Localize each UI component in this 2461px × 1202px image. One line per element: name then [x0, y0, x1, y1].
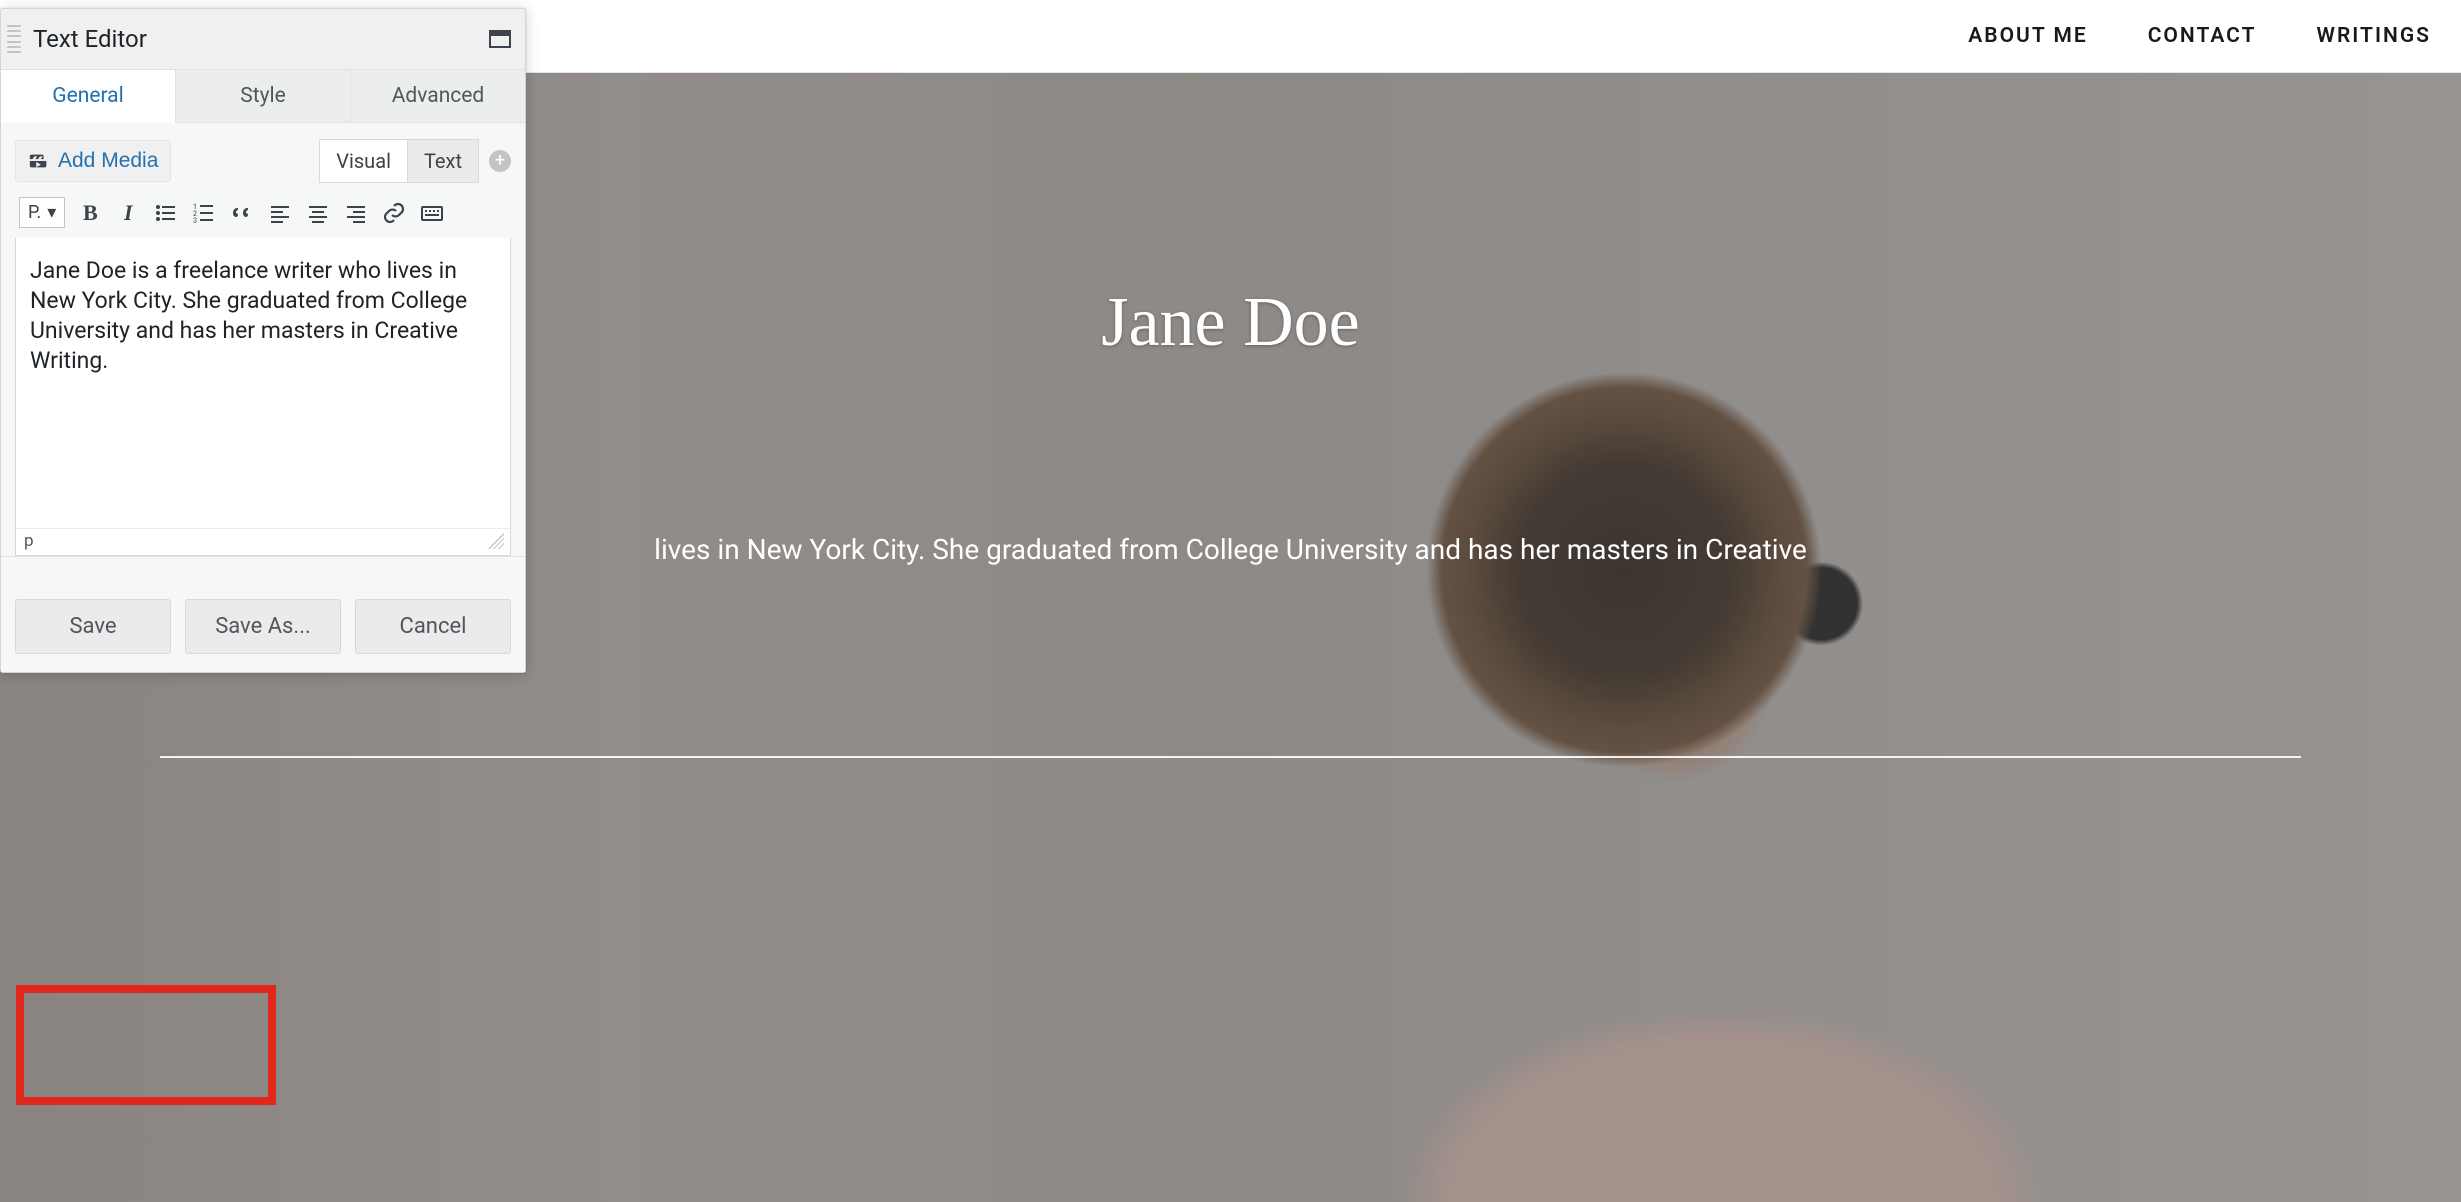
nav-items: ABOUT ME CONTACT WRITINGS: [1968, 24, 2431, 48]
maximize-icon[interactable]: [489, 30, 511, 48]
bold-button[interactable]: B: [77, 200, 103, 226]
drag-handle-icon[interactable]: [7, 19, 21, 59]
add-media-button[interactable]: Add Media: [15, 140, 171, 182]
hero-divider: [160, 756, 2301, 758]
save-button[interactable]: Save: [15, 599, 171, 654]
element-path[interactable]: p: [24, 531, 34, 551]
save-as-button[interactable]: Save As...: [185, 599, 341, 654]
nav-writings[interactable]: WRITINGS: [2317, 24, 2431, 48]
align-right-icon[interactable]: [343, 200, 369, 226]
tab-style[interactable]: Style: [176, 70, 351, 123]
bulleted-list-icon[interactable]: [153, 200, 179, 226]
panel-footer: Save Save As... Cancel: [1, 556, 525, 672]
paragraph-selector[interactable]: P. ▾: [19, 197, 65, 228]
italic-button[interactable]: I: [115, 200, 141, 226]
editor-body: Add Media Visual Text + P. ▾ B I: [1, 123, 525, 556]
panel-header: Text Editor: [1, 9, 525, 70]
cancel-button[interactable]: Cancel: [355, 599, 511, 654]
paragraph-selector-label: P.: [28, 202, 41, 223]
svg-text:3: 3: [193, 217, 197, 225]
hero-title: Jane Doe: [1101, 283, 1360, 363]
format-toolbar: P. ▾ B I 123: [15, 183, 511, 238]
nav-contact[interactable]: CONTACT: [2148, 24, 2257, 48]
panel-title: Text Editor: [33, 25, 477, 53]
blockquote-icon[interactable]: [229, 200, 255, 226]
text-area-wrap: Jane Doe is a freelance writer who lives…: [15, 238, 511, 556]
resize-grip-icon[interactable]: [488, 533, 504, 549]
align-left-icon[interactable]: [267, 200, 293, 226]
mode-visual[interactable]: Visual: [319, 139, 408, 183]
media-row: Add Media Visual Text +: [15, 139, 511, 183]
editor-mode-tabs: Visual Text +: [319, 139, 511, 183]
panel-tabs: General Style Advanced: [1, 70, 525, 123]
tab-general[interactable]: General: [1, 70, 176, 123]
media-icon: [28, 150, 50, 172]
align-center-icon[interactable]: [305, 200, 331, 226]
text-editor-panel: Text Editor General Style Advanced Add M…: [0, 8, 526, 673]
tab-advanced[interactable]: Advanced: [351, 70, 525, 123]
chevron-down-icon: ▾: [47, 202, 56, 223]
content-editor[interactable]: Jane Doe is a freelance writer who lives…: [16, 238, 510, 528]
numbered-list-icon[interactable]: 123: [191, 200, 217, 226]
nav-about-me[interactable]: ABOUT ME: [1968, 24, 2087, 48]
add-toolbar-icon[interactable]: +: [489, 150, 511, 172]
keyboard-icon[interactable]: [419, 200, 445, 226]
add-media-label: Add Media: [58, 149, 158, 173]
link-icon[interactable]: [381, 200, 407, 226]
mode-text[interactable]: Text: [408, 139, 479, 183]
editor-statusbar: p: [16, 528, 510, 555]
